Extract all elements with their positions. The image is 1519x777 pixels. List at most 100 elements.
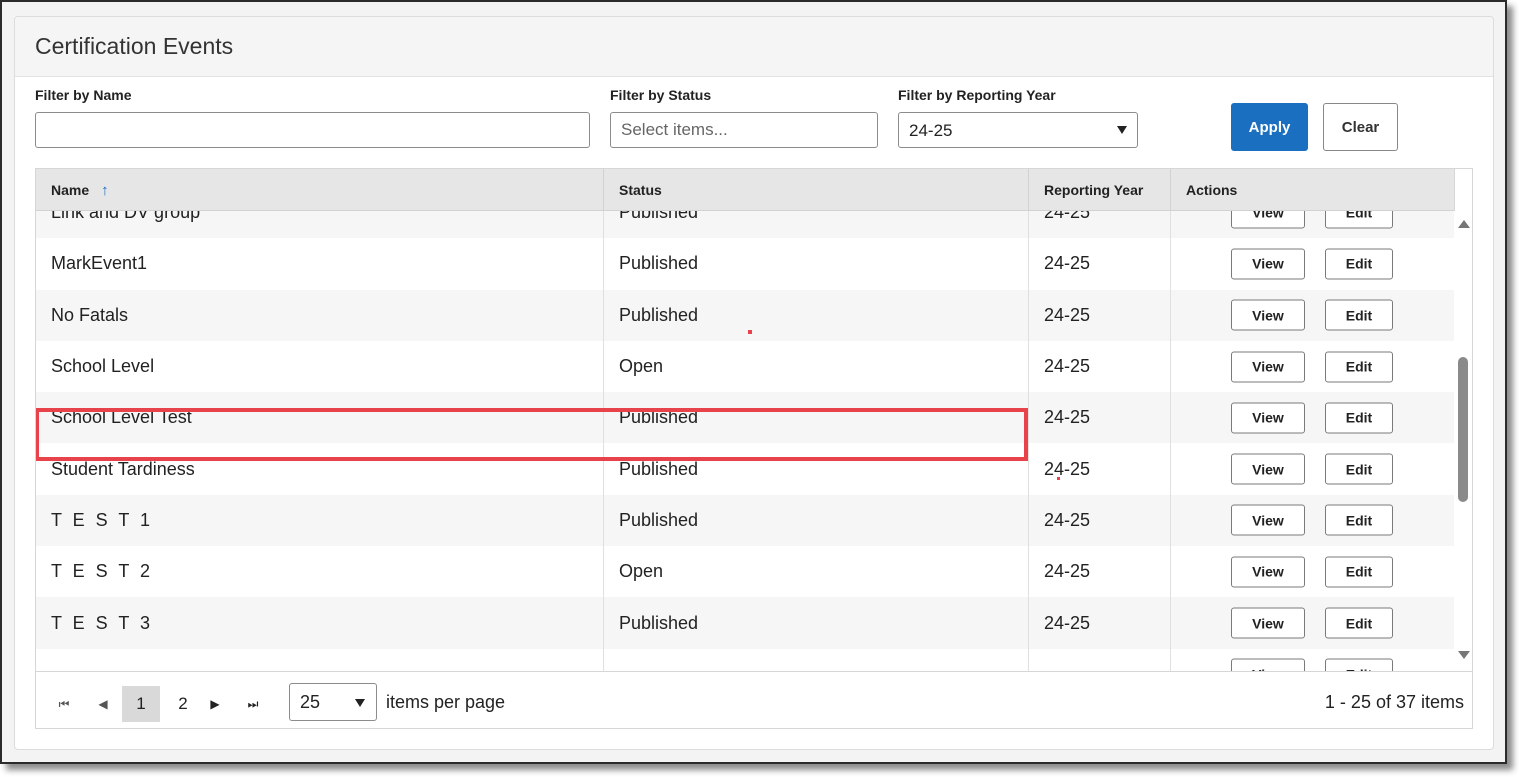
- view-button[interactable]: View: [1231, 402, 1305, 434]
- row-name: T E S T 1: [36, 494, 604, 547]
- scroll-down-icon[interactable]: [1458, 651, 1470, 659]
- items-per-page-dropdown[interactable]: 25: [289, 683, 377, 721]
- first-page-icon[interactable]: ⏮: [53, 686, 75, 722]
- edit-button[interactable]: Edit: [1325, 299, 1393, 331]
- row-name: Student Tardiness: [36, 443, 604, 495]
- edit-button[interactable]: Edit: [1325, 607, 1393, 639]
- view-button[interactable]: View: [1231, 607, 1305, 639]
- table-row: School Level Open 24-25 View Edit: [36, 340, 1454, 393]
- table-row: No Fatals Published 24-25 View Edit: [36, 289, 1454, 341]
- row-actions: View Edit: [1171, 211, 1454, 238]
- last-page-icon[interactable]: ⏭: [242, 686, 264, 722]
- column-header-actions: Actions: [1171, 169, 1454, 211]
- row-reporting-year: 24-25: [1029, 546, 1171, 598]
- row-name: No Fatals: [36, 289, 604, 341]
- row-reporting-year: 24-25: [1029, 392, 1171, 444]
- row-actions: View Edit: [1171, 495, 1454, 546]
- edit-button[interactable]: Edit: [1325, 556, 1393, 588]
- next-page-icon[interactable]: ▶: [204, 686, 226, 722]
- row-status: [604, 648, 1029, 671]
- row-status: Published: [604, 443, 1029, 495]
- pager-info: 1 - 25 of 37 items: [1324, 692, 1464, 712]
- filter-year-value: 24-25: [909, 121, 953, 140]
- row-reporting-year: 24-25: [1029, 340, 1171, 393]
- grid-body: Link and DV group Published 24-25 View E…: [36, 211, 1454, 671]
- grid-header: Name ↑ Status Reporting Year Actions: [36, 169, 1454, 211]
- row-reporting-year: 24-25: [1029, 443, 1171, 495]
- column-header-year-label: Reporting Year: [1044, 182, 1144, 198]
- caret-down-icon: [1117, 126, 1127, 134]
- view-button[interactable]: View: [1231, 504, 1305, 536]
- row-actions: View Edit: [1171, 546, 1454, 597]
- edit-button[interactable]: Edit: [1325, 402, 1393, 434]
- scroll-up-icon[interactable]: [1458, 220, 1470, 228]
- column-header-name[interactable]: Name ↑: [36, 169, 604, 211]
- row-name: MarkEvent1: [36, 238, 604, 290]
- row-status: Published: [604, 289, 1029, 341]
- edit-button[interactable]: Edit: [1325, 504, 1393, 536]
- row-reporting-year: 24-25: [1029, 494, 1171, 547]
- view-button[interactable]: View: [1231, 351, 1305, 383]
- table-row: MarkEvent1 Published 24-25 View Edit: [36, 238, 1454, 290]
- items-per-page-label: items per page: [386, 692, 506, 712]
- view-button[interactable]: View: [1231, 299, 1305, 331]
- table-row: School Level Test Published 24-25 View E…: [36, 392, 1454, 444]
- filter-name-input[interactable]: [35, 112, 590, 148]
- grid-rows: Link and DV group Published 24-25 View E…: [36, 211, 1454, 671]
- row-actions: View Edit: [1171, 597, 1454, 648]
- row-name: School Level: [36, 340, 604, 393]
- column-header-reporting-year[interactable]: Reporting Year: [1029, 169, 1171, 211]
- header-scroll-spacer: [1454, 169, 1472, 211]
- column-header-status[interactable]: Status: [604, 169, 1029, 211]
- previous-page-icon[interactable]: ◀: [92, 686, 114, 722]
- view-button[interactable]: View: [1231, 453, 1305, 485]
- page-1-button[interactable]: 1: [122, 686, 160, 722]
- scrollbar-thumb[interactable]: [1458, 357, 1468, 502]
- filter-name-label: Filter by Name: [35, 87, 132, 103]
- edit-button[interactable]: Edit: [1325, 453, 1393, 485]
- row-name: T E S T 3: [36, 597, 604, 649]
- page-2-button[interactable]: 2: [168, 686, 198, 722]
- edit-button[interactable]: Edit: [1325, 248, 1393, 280]
- sort-ascending-icon: ↑: [101, 181, 109, 199]
- filter-status-label: Filter by Status: [610, 87, 712, 103]
- row-status: Published: [604, 211, 1029, 239]
- row-status: Open: [604, 340, 1029, 393]
- row-reporting-year: 24-25: [1029, 597, 1171, 649]
- view-button[interactable]: View: [1231, 248, 1305, 280]
- edit-button[interactable]: Edit: [1325, 211, 1393, 229]
- annotation-dot: [1057, 477, 1060, 480]
- panel-header: Certification Events: [15, 17, 1493, 77]
- row-actions: View Edit: [1171, 649, 1454, 671]
- row-reporting-year: 24-25: [1029, 289, 1171, 341]
- items-per-page-value: 25: [300, 692, 321, 712]
- row-status: Published: [604, 238, 1029, 290]
- column-header-status-label: Status: [619, 182, 662, 198]
- view-button[interactable]: View: [1231, 211, 1305, 229]
- row-status: Published: [604, 392, 1029, 444]
- edit-button[interactable]: Edit: [1325, 351, 1393, 383]
- row-actions: View Edit: [1171, 392, 1454, 443]
- row-reporting-year: 24-25: [1029, 211, 1171, 239]
- table-row: T E S T 2 Open 24-25 View Edit: [36, 546, 1454, 598]
- table-row-highlighted: Student Tardiness Published 24-25 View E…: [36, 443, 1454, 495]
- row-actions: View Edit: [1171, 290, 1454, 341]
- row-status: Open: [604, 546, 1029, 598]
- pager: ⏮ ◀ 1 2 ▶ ⏭ 25 items per page 1 - 25 of …: [36, 671, 1472, 728]
- table-row: T E S T 3 Published 24-25 View Edit: [36, 597, 1454, 649]
- row-actions: View Edit: [1171, 238, 1454, 289]
- view-button[interactable]: View: [1231, 658, 1305, 671]
- filter-year-dropdown[interactable]: 24-25: [898, 112, 1138, 148]
- vertical-scrollbar[interactable]: [1454, 211, 1472, 671]
- edit-button[interactable]: Edit: [1325, 658, 1393, 671]
- clear-button[interactable]: Clear: [1323, 103, 1398, 151]
- row-status: Published: [604, 597, 1029, 649]
- certification-events-panel: Certification Events Filter by Name Filt…: [14, 16, 1494, 750]
- filter-status-multiselect[interactable]: [610, 112, 878, 148]
- apply-button[interactable]: Apply: [1231, 103, 1308, 151]
- column-header-name-label: Name: [51, 182, 90, 198]
- screenshot-frame: Certification Events Filter by Name Filt…: [0, 0, 1507, 764]
- table-row-partial: View Edit: [36, 648, 1454, 671]
- view-button[interactable]: View: [1231, 556, 1305, 588]
- row-actions: View Edit: [1171, 341, 1454, 392]
